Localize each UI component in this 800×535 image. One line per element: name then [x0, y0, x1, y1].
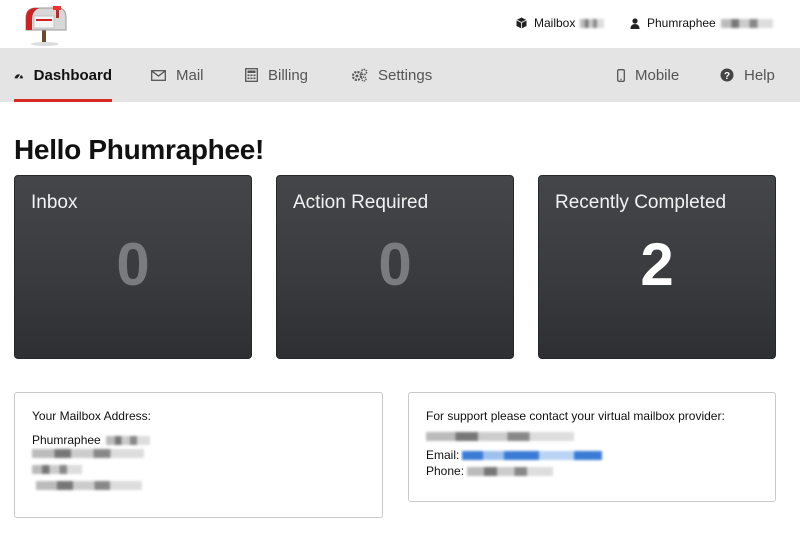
page-title: Hello Phumraphee!: [14, 134, 265, 165]
redacted-provider-name: [426, 432, 574, 441]
tab-billing[interactable]: Billing: [245, 48, 308, 102]
tab-settings-label: Settings: [378, 66, 433, 84]
mobile-phone-icon: [617, 68, 625, 82]
mailbox-logo-icon[interactable]: [20, 4, 70, 46]
user-icon: [630, 17, 640, 29]
inbox-card-title: Inbox: [31, 192, 78, 213]
mailbox-address-heading: Your Mailbox Address:: [32, 409, 151, 423]
redacted-address-surname: [105, 435, 150, 445]
support-email-label: Email:: [426, 448, 460, 462]
redacted-user-surname: [720, 18, 773, 28]
question-circle-icon: ?: [720, 68, 734, 82]
action-required-count: 0: [378, 231, 412, 298]
support-email-line: Email:: [426, 448, 603, 462]
tab-dashboard-label: Dashboard: [33, 66, 112, 84]
redacted-mailbox-id: [580, 18, 605, 28]
mailbox-label: Mailbox: [534, 16, 576, 30]
support-heading: For support please contact your virtual …: [426, 409, 725, 423]
recently-completed-card-title: Recently Completed: [555, 192, 727, 213]
tab-mobile[interactable]: Mobile: [617, 48, 679, 102]
svg-text:?: ?: [724, 71, 730, 82]
redacted-address-line-2: [32, 465, 82, 474]
action-required-card[interactable]: Action Required 0: [276, 175, 514, 359]
redacted-support-phone: [467, 466, 554, 476]
top-bar: Mailbox Phumraphee: [0, 0, 800, 48]
support-contact-panel: For support please contact your virtual …: [408, 392, 776, 502]
redacted-address-line-1: [32, 449, 144, 458]
support-phone-label: Phone:: [426, 464, 465, 478]
tab-help[interactable]: ? Help: [720, 48, 775, 102]
tab-dashboard[interactable]: Dashboard: [14, 48, 112, 102]
mailbox-address-panel: Your Mailbox Address: Phumraphee: [14, 392, 383, 518]
speedometer-icon: [14, 73, 23, 79]
gears-icon: [351, 68, 368, 82]
address-name: Phumraphee: [32, 433, 101, 447]
tab-help-label: Help: [744, 66, 775, 84]
recently-completed-card[interactable]: Recently Completed 2: [538, 175, 776, 359]
inbox-count: 0: [116, 231, 150, 298]
mailbox-selector[interactable]: Mailbox: [516, 14, 605, 32]
redacted-address-line-3: [36, 481, 142, 490]
calculator-icon: [245, 68, 258, 82]
recently-completed-count: 2: [640, 231, 674, 298]
cube-icon: [516, 17, 527, 29]
main-nav: Dashboard Mail Billing Settings Mobile ?…: [0, 48, 800, 102]
tab-mail[interactable]: Mail: [151, 48, 204, 102]
tab-settings[interactable]: Settings: [351, 48, 432, 102]
tab-mail-label: Mail: [176, 66, 204, 84]
action-required-card-title: Action Required: [293, 192, 429, 213]
support-phone-line: Phone:: [426, 464, 554, 478]
inbox-card[interactable]: Inbox 0: [14, 175, 252, 359]
envelope-icon: [151, 69, 166, 81]
redacted-support-email-link[interactable]: [462, 450, 603, 460]
user-menu[interactable]: Phumraphee: [630, 14, 773, 32]
tab-billing-label: Billing: [268, 66, 309, 84]
address-name-line: Phumraphee: [32, 433, 150, 447]
tab-mobile-label: Mobile: [635, 66, 680, 84]
user-name: Phumraphee: [647, 16, 716, 30]
